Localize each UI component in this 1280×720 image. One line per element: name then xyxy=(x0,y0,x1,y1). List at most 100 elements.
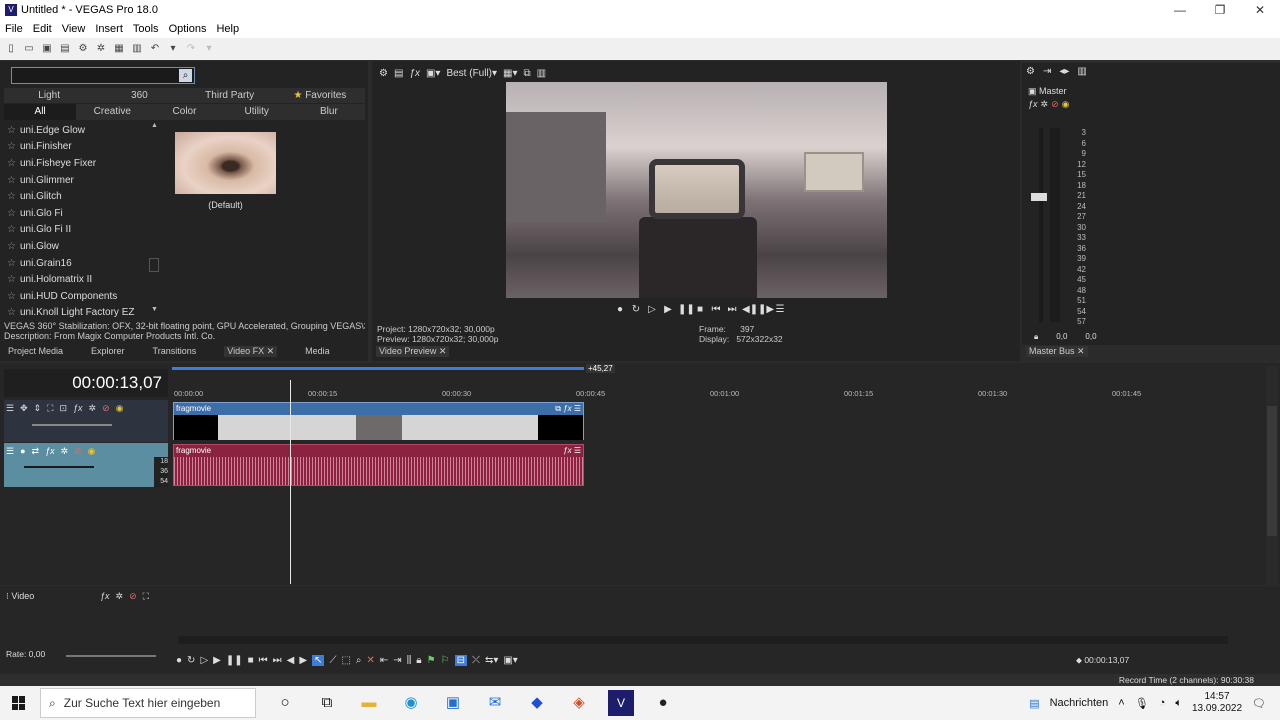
file-explorer-icon[interactable]: ▬ xyxy=(356,690,382,716)
fx-icon[interactable]: ƒx xyxy=(73,403,83,414)
undo-icon[interactable]: ↶ xyxy=(148,42,162,56)
menu-options[interactable]: Options xyxy=(164,23,212,35)
star-icon[interactable]: ☆ xyxy=(7,125,16,136)
settings-icon[interactable]: ✲ xyxy=(61,446,69,457)
selection-tool-icon[interactable]: ⬚ xyxy=(341,655,350,666)
tab-master-bus[interactable]: Master Bus ✕ xyxy=(1026,345,1088,357)
play-icon[interactable]: ▶ xyxy=(662,304,674,316)
ripple-icon[interactable]: ⇆▾ xyxy=(485,655,498,666)
solo-icon[interactable]: ◉ xyxy=(116,403,124,414)
list-item[interactable]: ☆ uni.Edge Glow xyxy=(4,122,160,139)
trim-icon[interactable]: ▥ xyxy=(130,42,144,56)
tab-blur[interactable]: Blur xyxy=(293,104,365,120)
scroll-thumb[interactable] xyxy=(149,258,159,272)
motion-icon[interactable]: ✥ xyxy=(20,403,28,414)
save-as-icon[interactable]: ▤ xyxy=(58,42,72,56)
star-icon[interactable]: ☆ xyxy=(7,307,16,318)
mask-icon[interactable]: ⛶ xyxy=(47,403,53,414)
lock-icon[interactable]: 🔒︎ xyxy=(1034,332,1038,342)
audio-track-header[interactable]: ☰ ● ⇄ ƒx ✲ ⊘ ◉ 18 36 54 xyxy=(4,443,168,487)
star-icon[interactable]: ☆ xyxy=(7,274,16,285)
region-icon[interactable]: ⚐ xyxy=(441,655,450,666)
settings-icon[interactable]: ✲ xyxy=(1041,99,1049,110)
list-item[interactable]: ☆ uni.Grain16 xyxy=(4,255,160,272)
star-icon[interactable]: ☆ xyxy=(7,158,16,169)
search-icon[interactable]: ⌕ xyxy=(179,69,192,82)
undo-dropdown-icon[interactable]: ▾ xyxy=(166,42,180,56)
star-icon[interactable]: ☆ xyxy=(7,258,16,269)
trim-start-icon[interactable]: ⇤ xyxy=(380,655,388,666)
overlays-icon[interactable]: ▦▾ xyxy=(503,68,517,79)
news-widget-icon[interactable]: ▤ xyxy=(1029,697,1039,710)
fx-icon[interactable]: ƒx xyxy=(1028,99,1038,110)
app-icon[interactable]: ◈ xyxy=(566,690,592,716)
fx-icon[interactable]: ƒx xyxy=(45,446,55,457)
go-to-start-icon[interactable]: ⏮ xyxy=(259,655,268,666)
menu-view[interactable]: View xyxy=(57,23,91,35)
new-file-icon[interactable]: ▯ xyxy=(4,42,18,56)
project-settings-icon[interactable]: ▤ xyxy=(394,68,403,79)
envelope-tool-icon[interactable]: ⟋ xyxy=(329,655,336,666)
master-fader-handle[interactable] xyxy=(1031,193,1047,201)
mute-icon[interactable]: ⊘ xyxy=(1051,99,1059,110)
tab-video-fx[interactable]: Video FX ✕ xyxy=(224,345,278,357)
record-arm-icon[interactable]: ● xyxy=(20,446,25,457)
render-icon[interactable]: ▦ xyxy=(112,42,126,56)
prev-frame-icon[interactable]: ◀ xyxy=(287,655,295,666)
menu-insert[interactable]: Insert xyxy=(90,23,128,35)
fx-search-input[interactable]: ⌕ xyxy=(11,67,195,84)
tab-video-preview[interactable]: Video Preview ✕ xyxy=(376,345,450,357)
normal-edit-tool-icon[interactable]: ↖ xyxy=(312,654,325,666)
invert-icon[interactable]: ⇄ xyxy=(32,446,40,457)
next-frame-icon[interactable]: ▶ xyxy=(299,655,307,666)
tab-project-media[interactable]: Project Media xyxy=(8,346,63,356)
close-icon[interactable]: ✕ xyxy=(267,346,275,356)
play-icon[interactable]: ▶ xyxy=(213,655,221,666)
network-icon[interactable]: ◔ xyxy=(1159,697,1166,709)
grouping-icon[interactable]: ▣▾ xyxy=(503,655,517,666)
loop-icon[interactable]: ↻ xyxy=(187,655,195,666)
tab-utility[interactable]: Utility xyxy=(221,104,293,120)
solo-icon[interactable]: ◉ xyxy=(88,446,96,457)
close-icon[interactable]: ✕ xyxy=(1077,346,1085,356)
vegas-taskbar-icon[interactable]: V xyxy=(608,690,634,716)
next-frame-icon[interactable]: ❚▶ xyxy=(758,304,774,316)
tab-360[interactable]: 360 xyxy=(94,88,184,103)
downmix-icon[interactable]: ⇥ xyxy=(1043,66,1051,77)
close-button[interactable]: ✕ xyxy=(1240,0,1280,20)
list-item[interactable]: ☆ uni.Knoll Light Factory EZ xyxy=(4,305,160,318)
pause-icon[interactable]: ❚❚ xyxy=(226,655,243,666)
cortana-icon[interactable]: ○ xyxy=(272,690,298,716)
fx-icon[interactable]: ƒx xyxy=(100,591,110,602)
edge-icon[interactable]: ◉ xyxy=(398,690,424,716)
tab-color[interactable]: Color xyxy=(148,104,220,120)
dropbox-icon[interactable]: ◆ xyxy=(524,690,550,716)
save-icon[interactable]: ▣ xyxy=(40,42,54,56)
go-to-start-icon[interactable]: ⏮ xyxy=(710,304,722,316)
track-menu-icon[interactable]: ☰ xyxy=(6,403,14,414)
master-checkbox-icon[interactable]: ▣ xyxy=(1028,86,1037,96)
notification-icon[interactable]: 🗨︎ xyxy=(1252,697,1266,710)
tab-creative[interactable]: Creative xyxy=(76,104,148,120)
mute-icon[interactable]: ⊘ xyxy=(102,403,110,414)
windows-start-icon[interactable] xyxy=(12,696,26,710)
star-icon[interactable]: ☆ xyxy=(7,141,16,152)
loop-region-bar[interactable] xyxy=(172,367,584,370)
pause-icon[interactable]: ❚❚ xyxy=(678,304,695,316)
taskbar-search-box[interactable]: ⌕ Zur Suche Text hier eingeben xyxy=(40,688,256,718)
timeline-horizontal-scrollbar[interactable] xyxy=(178,636,1228,644)
bus-icon[interactable]: ▥ xyxy=(1077,66,1086,77)
star-icon[interactable]: ☆ xyxy=(7,291,16,302)
stop-icon[interactable]: ■ xyxy=(248,655,254,666)
audio-event-clip[interactable]: fragmovie ƒx ☰ xyxy=(173,444,584,486)
open-folder-icon[interactable]: ▭ xyxy=(22,42,36,56)
trim-end-icon[interactable]: ⇥ xyxy=(393,655,401,666)
prev-frame-icon[interactable]: ◀❚ xyxy=(742,304,758,316)
list-item[interactable]: ☆ uni.Glo Fi II xyxy=(4,222,160,239)
scroll-down-icon[interactable]: ▼ xyxy=(151,306,158,313)
list-item[interactable]: ☆ uni.Finisher xyxy=(4,139,160,156)
loop-icon[interactable]: ↻ xyxy=(630,304,642,316)
split-screen-icon[interactable]: ▣▾ xyxy=(426,68,440,79)
fx-list-scrollbar[interactable]: ▲ ▼ xyxy=(148,122,160,318)
compositing-icon[interactable]: ⇕ xyxy=(34,403,42,414)
